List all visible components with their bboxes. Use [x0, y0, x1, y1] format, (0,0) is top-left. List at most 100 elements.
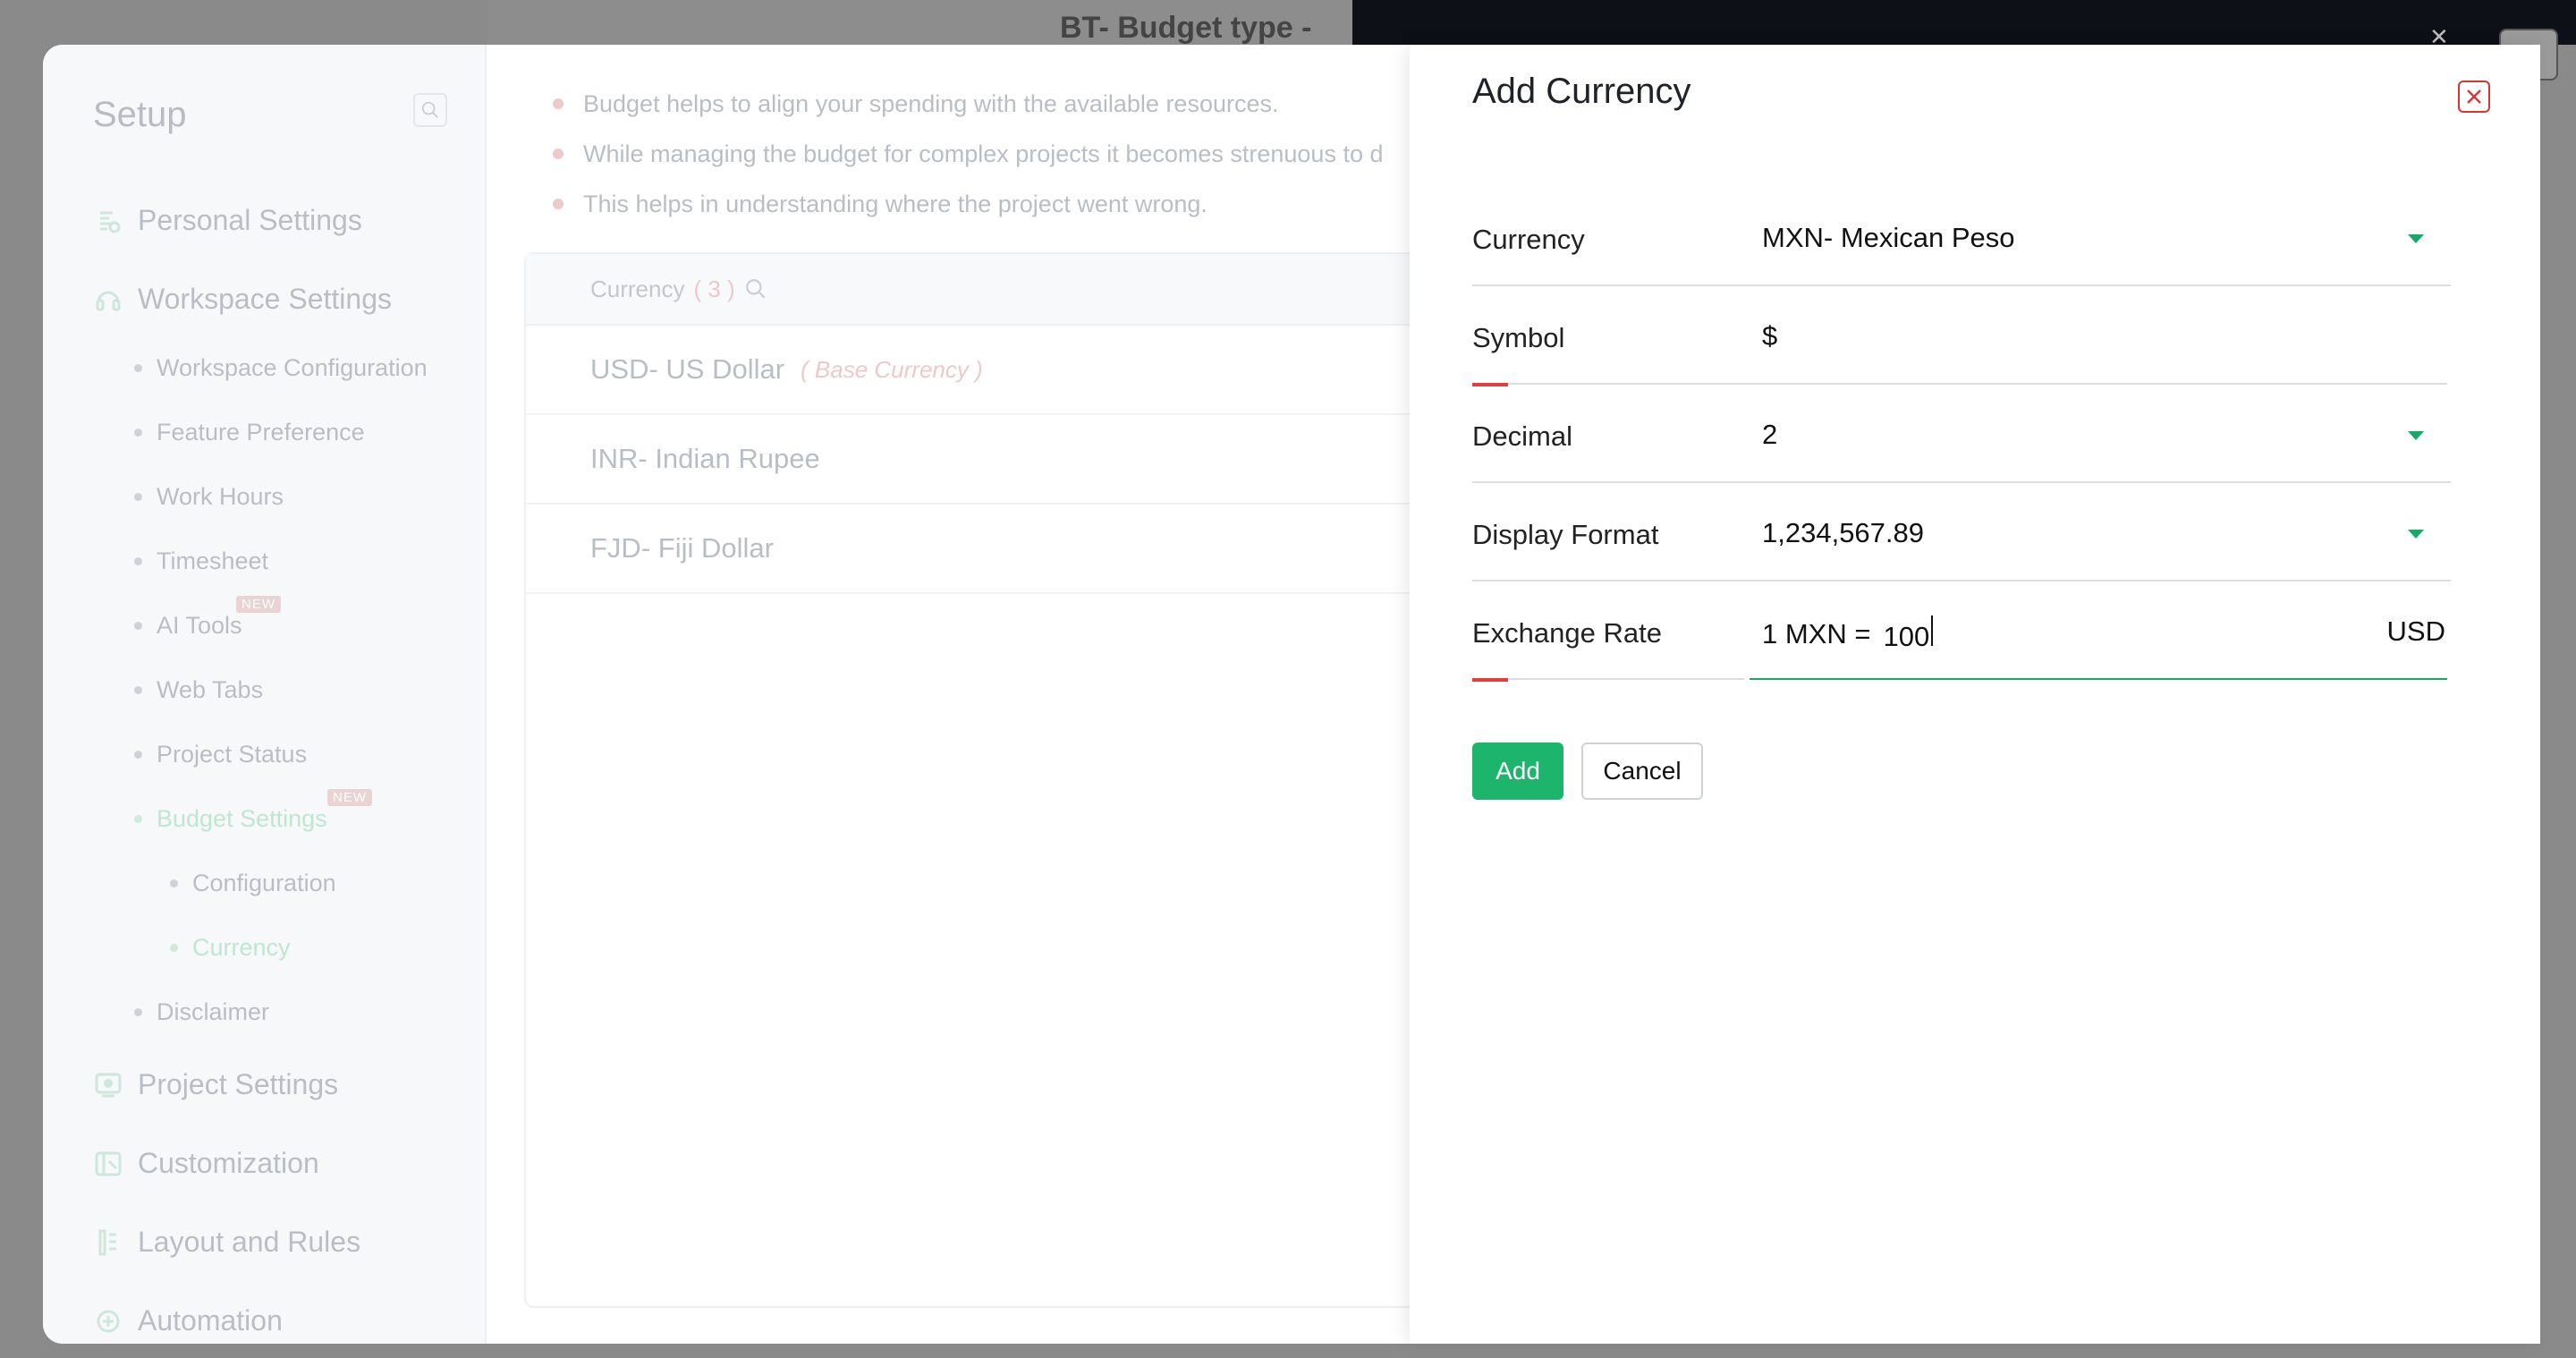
symbol-input[interactable]: $: [1762, 320, 1777, 352]
label-divider: [1472, 678, 1744, 680]
bullet-dot: [553, 149, 564, 159]
currency-row[interactable]: USD- US Dollar ( Base Currency ): [526, 326, 1506, 415]
sidebar-section-label: Project Settings: [138, 1068, 339, 1100]
bullet-dot: [134, 686, 142, 694]
sidebar-section-project-settings[interactable]: Project Settings: [93, 1068, 338, 1101]
setup-sidebar: Setup Personal Settings Workspace Settin…: [43, 45, 487, 1344]
currency-list-header: Currency ( 3 ): [526, 254, 1506, 326]
currency-row[interactable]: FJD- Fiji Dollar: [526, 505, 1506, 594]
layout-rules-icon: [93, 1227, 123, 1258]
currency-select-value: MXN- Mexican Peso: [1762, 222, 2015, 253]
bullet-dot: [553, 98, 564, 109]
currency-name: USD- US Dollar: [590, 353, 785, 385]
modal-close-button[interactable]: [2458, 81, 2490, 113]
exchange-rate-prefix: 1 MXN =: [1762, 618, 1871, 649]
sidebar-section-automation[interactable]: Automation: [93, 1304, 283, 1337]
sidebar-item-label: Disclaimer: [157, 998, 270, 1025]
info-text: This helps in understanding where the pr…: [583, 190, 1208, 217]
exchange-rate-input[interactable]: 100: [1883, 615, 1934, 653]
new-badge: NEW: [236, 596, 281, 613]
info-bullet: This helps in understanding where the pr…: [553, 179, 1383, 229]
sidebar-section-layout-and-rules[interactable]: Layout and Rules: [93, 1226, 360, 1259]
bullet-dot: [134, 557, 142, 565]
sidebar-item-label: Project Status: [157, 741, 308, 768]
cancel-button[interactable]: Cancel: [1581, 743, 1703, 800]
chevron-down-icon: [2408, 530, 2424, 539]
exchange-rate-value: 100: [1883, 621, 1930, 652]
text-cursor: [1931, 615, 1934, 646]
sidebar-item-budget-settings[interactable]: Budget Settings: [134, 805, 327, 833]
display-format-field: Display Format 1,234,567.89: [1472, 483, 2451, 581]
input-underline-focused: [1750, 678, 2447, 680]
sidebar-item-label: AI Tools: [157, 612, 242, 639]
display-format-select-value: 1,234,567.89: [1762, 517, 1925, 548]
sidebar-section-workspace-settings[interactable]: Workspace Settings: [93, 283, 392, 316]
field-label: Decimal: [1472, 420, 1572, 452]
sidebar-item-work-hours[interactable]: Work Hours: [134, 483, 284, 511]
sidebar-item-disclaimer[interactable]: Disclaimer: [134, 998, 269, 1026]
sidebar-item-workspace-configuration[interactable]: Workspace Configuration: [134, 354, 428, 382]
bullet-dot: [134, 1008, 142, 1016]
sidebar-item-label: Currency: [192, 934, 291, 961]
sidebar-item-web-tabs[interactable]: Web Tabs: [134, 676, 263, 704]
decimal-field: Decimal 2: [1472, 385, 2451, 483]
sidebar-item-ai-tools[interactable]: AI Tools: [134, 612, 242, 640]
bullet-dot: [553, 199, 564, 209]
exchange-rate-suffix: USD: [2386, 615, 2445, 647]
setup-search-button[interactable]: [413, 93, 447, 127]
sidebar-item-budget-configuration[interactable]: Configuration: [170, 870, 336, 897]
sidebar-item-label: Budget Settings: [157, 805, 327, 832]
field-label: Currency: [1472, 224, 1585, 255]
currency-field: Currency MXN- Mexican Peso: [1472, 188, 2451, 286]
sidebar-item-timesheet[interactable]: Timesheet: [134, 547, 268, 575]
required-indicator: [1472, 678, 1508, 682]
chevron-down-icon: [2408, 431, 2424, 440]
bullet-dot: [170, 944, 178, 952]
currency-count: ( 3 ): [693, 275, 735, 302]
automation-icon: [93, 1306, 123, 1337]
bullet-dot: [134, 622, 142, 630]
info-bullet: Budget helps to align your spending with…: [553, 79, 1383, 129]
search-icon[interactable]: [744, 277, 767, 301]
sidebar-section-label: Customization: [138, 1147, 319, 1179]
field-label: Symbol: [1472, 322, 1565, 353]
sidebar-item-project-status[interactable]: Project Status: [134, 741, 307, 768]
personal-settings-icon: [93, 206, 123, 236]
sidebar-item-label: Configuration: [192, 870, 336, 896]
sidebar-section-customization[interactable]: Customization: [93, 1147, 319, 1180]
project-settings-icon: [93, 1070, 123, 1100]
bullet-dot: [134, 429, 142, 437]
sidebar-section-label: Layout and Rules: [138, 1226, 361, 1258]
currency-header-label: Currency: [590, 275, 685, 302]
background-dark-bar: [1352, 0, 2576, 45]
bullet-dot: [134, 815, 142, 823]
chevron-down-icon: [2408, 234, 2424, 243]
currency-name: FJD- Fiji Dollar: [590, 532, 774, 564]
sidebar-item-label: Work Hours: [157, 483, 284, 510]
base-currency-tag: ( Base Currency ): [801, 355, 983, 383]
search-icon: [421, 101, 438, 118]
field-label: Display Format: [1472, 519, 1659, 550]
close-icon: [2467, 89, 2481, 104]
sidebar-item-currency[interactable]: Currency: [170, 934, 291, 962]
workspace-settings-icon: [93, 284, 123, 315]
sidebar-item-label: Web Tabs: [157, 676, 264, 703]
add-button[interactable]: Add: [1472, 743, 1563, 800]
exchange-rate-field: Exchange Rate 1 MXN = 100 USD: [1472, 581, 2451, 682]
bullet-dot: [170, 879, 178, 887]
budget-info-list: Budget helps to align your spending with…: [553, 79, 1383, 229]
field-label: Exchange Rate: [1472, 617, 1662, 649]
decimal-select-value: 2: [1762, 419, 1778, 450]
new-badge: NEW: [327, 789, 372, 806]
info-text: While managing the budget for complex pr…: [583, 140, 1384, 167]
currency-list-panel: Currency ( 3 ) USD- US Dollar ( Base Cur…: [524, 252, 1508, 1308]
sidebar-section-personal-settings[interactable]: Personal Settings: [93, 204, 362, 237]
currency-row[interactable]: INR- Indian Rupee: [526, 415, 1506, 505]
sidebar-item-label: Workspace Configuration: [157, 354, 428, 381]
currency-name: INR- Indian Rupee: [590, 443, 820, 474]
sidebar-item-feature-preference[interactable]: Feature Preference: [134, 419, 365, 446]
add-currency-modal: Add Currency Currency MXN- Mexican Peso …: [1410, 45, 2540, 1344]
bullet-dot: [134, 364, 142, 372]
sidebar-item-label: Feature Preference: [157, 419, 365, 446]
sidebar-section-label: Personal Settings: [138, 204, 362, 236]
